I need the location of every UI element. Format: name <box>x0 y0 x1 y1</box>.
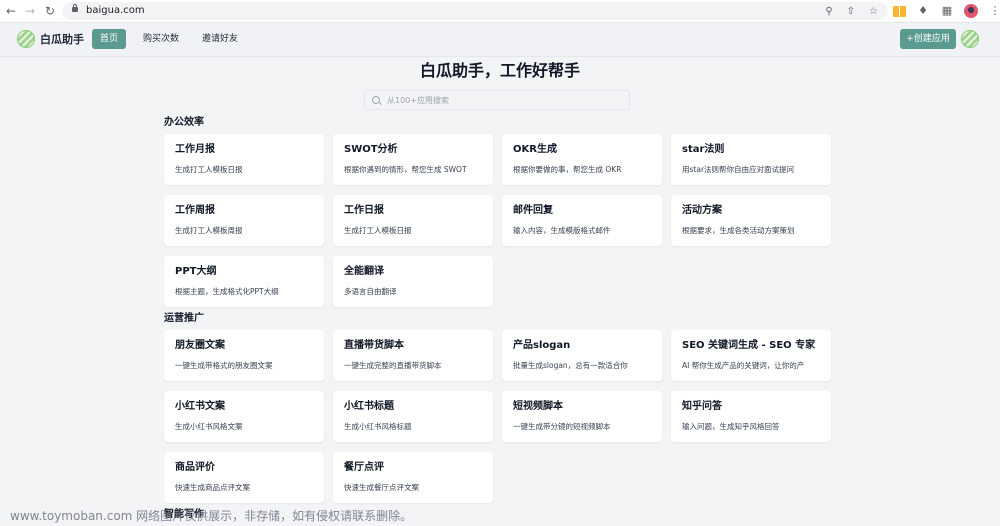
card-desc: 批量生成slogan，总有一款适合你 <box>513 361 628 370</box>
card-title: 活动方案 <box>682 205 722 216</box>
card-title: 朋友圈文案 <box>175 340 225 351</box>
app-card[interactable]: 短视频脚本 一键生成带分镜的短视频脚本 <box>502 391 662 442</box>
card-desc: 多语言自由翻译 <box>344 287 397 296</box>
card-desc: 一键生成带格式的朋友圈文案 <box>175 361 273 370</box>
app-card[interactable]: SWOT分析 根据你遇到的情形，帮您生成 SWOT <box>333 134 493 185</box>
card-desc: 根据要求，生成各类活动方案策划 <box>682 226 795 235</box>
app-card[interactable]: 产品slogan 批量生成slogan，总有一款适合你 <box>502 330 662 381</box>
nav-invite-friends[interactable]: 邀请好友 <box>194 29 246 49</box>
app-card[interactable]: 邮件回复 输入内容，生成模版格式邮件 <box>502 195 662 246</box>
browser-toolbar: ← → ↻ baigua.com ⚲ ⇧ ☆ ♦ ▦ ⋮ <box>0 0 1000 23</box>
card-title: 邮件回复 <box>513 205 553 216</box>
zoom-icon[interactable]: ⚲ <box>825 6 832 17</box>
card-desc: 根据你遇到的情形，帮您生成 SWOT <box>344 165 467 174</box>
app-card[interactable]: star法则 用star法则帮你自由应对面试提问 <box>671 134 831 185</box>
puzzle-icon[interactable]: ♦ <box>916 4 930 18</box>
app-card[interactable]: 工作月报 生成打工人模板日报 <box>164 134 324 185</box>
create-app-button[interactable]: +创建应用 <box>900 29 956 49</box>
card-desc: 生成打工人模板日报 <box>344 226 412 235</box>
section-title-marketing: 运营推广 <box>164 313 204 324</box>
menu-dots-icon[interactable]: ⋮ <box>988 4 1000 18</box>
card-desc: 输入问题，生成知乎风格回答 <box>682 422 780 431</box>
url-text[interactable]: baigua.com <box>86 2 145 20</box>
card-title: 小红书标题 <box>344 401 394 412</box>
app-card[interactable]: SEO 关键词生成 - SEO 专家 AI 帮你生成产品的关键词，让你的产 <box>671 330 831 381</box>
app-card[interactable]: PPT大纲 根据主题，生成格式化PPT大纲 <box>164 256 324 307</box>
app-card[interactable]: 餐厅点评 快速生成餐厅点评文案 <box>333 452 493 503</box>
card-desc: 根据你要做的事，帮您生成 OKR <box>513 165 622 174</box>
nav-buy-credits[interactable]: 购买次数 <box>135 29 187 49</box>
card-title: 工作月报 <box>175 144 215 155</box>
card-desc: 用star法则帮你自由应对面试提问 <box>682 165 795 174</box>
bookmark-star-icon[interactable]: ☆ <box>869 6 878 17</box>
card-title: 餐厅点评 <box>344 462 384 473</box>
card-title: PPT大纲 <box>175 266 217 277</box>
card-desc: 一键生成完整的直播带货脚本 <box>344 361 442 370</box>
card-desc: 生成小红书风格文案 <box>175 422 243 431</box>
app-card[interactable]: 小红书标题 生成小红书风格标题 <box>333 391 493 442</box>
card-title: 产品slogan <box>513 340 571 351</box>
card-title: 商品评价 <box>175 462 215 473</box>
card-title: 工作周报 <box>175 205 215 216</box>
card-desc: 根据主题，生成格式化PPT大纲 <box>175 287 279 296</box>
sidebar-icon[interactable]: ▦ <box>940 4 954 18</box>
profile-avatar[interactable] <box>964 4 978 18</box>
back-arrow-icon[interactable]: ← <box>3 3 19 19</box>
extension-icon[interactable] <box>893 5 906 17</box>
app-card[interactable]: 活动方案 根据要求，生成各类活动方案策划 <box>671 195 831 246</box>
card-desc: 快速生成餐厅点评文案 <box>344 483 419 492</box>
card-desc: AI 帮你生成产品的关键词，让你的产 <box>682 361 805 370</box>
card-title: star法则 <box>682 144 725 155</box>
card-title: 直播带货脚本 <box>344 340 404 351</box>
app-card[interactable]: 工作日报 生成打工人模板日报 <box>333 195 493 246</box>
app-card[interactable]: 知乎问答 输入问题，生成知乎风格回答 <box>671 391 831 442</box>
share-icon[interactable]: ⇧ <box>847 6 855 17</box>
card-title: 工作日报 <box>344 205 384 216</box>
card-desc: 输入内容，生成模版格式邮件 <box>513 226 611 235</box>
user-avatar[interactable] <box>961 30 979 48</box>
card-desc: 生成小红书风格标题 <box>344 422 412 431</box>
card-desc: 一键生成带分镜的短视频脚本 <box>513 422 611 431</box>
search-icon <box>372 96 380 104</box>
app-card[interactable]: 小红书文案 生成小红书风格文案 <box>164 391 324 442</box>
nav-home[interactable]: 首页 <box>92 29 127 49</box>
forward-arrow-icon[interactable]: → <box>22 3 38 19</box>
card-title: SEO 关键词生成 - SEO 专家 <box>682 340 816 351</box>
card-title: 小红书文案 <box>175 401 225 412</box>
logo-text[interactable]: 白瓜助手 <box>40 23 84 56</box>
card-title: 短视频脚本 <box>513 401 563 412</box>
card-title: OKR生成 <box>513 144 557 155</box>
card-title: 全能翻译 <box>344 266 384 277</box>
watermark-text: www.toymoban.com 网络图片仅供展示，非存储，如有侵权请联系删除。 <box>10 509 413 523</box>
card-desc: 生成打工人模板日报 <box>175 165 243 174</box>
app-card[interactable]: 全能翻译 多语言自由翻译 <box>333 256 493 307</box>
card-title: SWOT分析 <box>344 144 398 155</box>
page-title: 白瓜助手，工作好帮手 <box>419 61 580 80</box>
section-title-office: 办公效率 <box>164 117 204 128</box>
app-card[interactable]: 直播带货脚本 一键生成完整的直播带货脚本 <box>333 330 493 381</box>
lock-icon[interactable] <box>72 4 78 12</box>
logo-icon[interactable] <box>17 30 35 48</box>
card-title: 知乎问答 <box>682 401 722 412</box>
app-card[interactable]: 朋友圈文案 一键生成带格式的朋友圈文案 <box>164 330 324 381</box>
app-card[interactable]: 商品评价 快速生成商品点评文案 <box>164 452 324 503</box>
reload-icon[interactable]: ↻ <box>42 3 58 19</box>
card-desc: 生成打工人模板周报 <box>175 226 243 235</box>
app-card[interactable]: 工作周报 生成打工人模板周报 <box>164 195 324 246</box>
card-desc: 快速生成商品点评文案 <box>175 483 250 492</box>
search-box[interactable] <box>364 90 630 110</box>
app-card[interactable]: OKR生成 根据你要做的事，帮您生成 OKR <box>502 134 662 185</box>
address-bar[interactable]: baigua.com ⚲ ⇧ ☆ <box>62 2 888 20</box>
app-header: 白瓜助手 首页 购买次数 邀请好友 +创建应用 <box>0 23 1000 57</box>
search-input[interactable] <box>387 91 617 109</box>
